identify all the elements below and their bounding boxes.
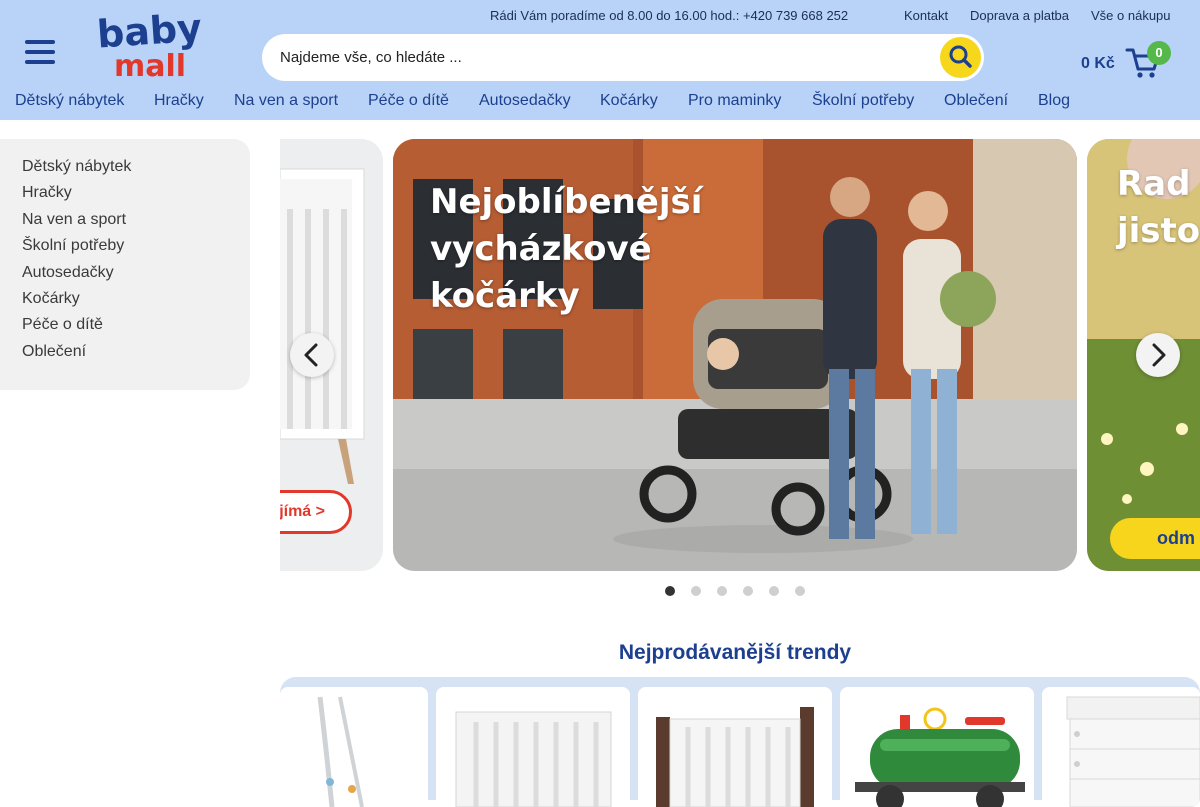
- carousel-dot-3[interactable]: [717, 586, 727, 596]
- category-sidebar: Dětský nábytek Hračky Na ven a sport Ško…: [0, 139, 250, 390]
- hamburger-menu-icon[interactable]: [25, 40, 55, 64]
- link-doprava-a-platba[interactable]: Doprava a platba: [970, 8, 1069, 23]
- carousel-dot-4[interactable]: [743, 586, 753, 596]
- baby-mall-logo[interactable]: baby mall: [88, 10, 212, 82]
- green-tractor-tank-image: [840, 687, 1034, 807]
- product-card-baby-bouncer[interactable]: [280, 687, 428, 807]
- sidebar-item-kocarky[interactable]: Kočárky: [0, 288, 250, 314]
- product-card-green-tractor-tank[interactable]: [840, 687, 1034, 807]
- chevron-right-icon: [1152, 343, 1166, 367]
- product-card-white-changing-dresser[interactable]: [1042, 687, 1200, 807]
- nav-obleceni[interactable]: Oblečení: [944, 92, 1008, 110]
- brown-crib-image: [638, 687, 832, 807]
- product-card-brown-crib[interactable]: [638, 687, 832, 807]
- main-navigation: Dětský nábytek Hračky Na ven a sport Péč…: [0, 92, 1200, 116]
- sidebar-item-obleceni[interactable]: Oblečení: [0, 341, 250, 367]
- main-banner-title-line-2: vycházkové: [430, 229, 652, 269]
- contact-info: Rádi Vám poradíme od 8.00 do 16.00 hod.:…: [490, 8, 849, 23]
- sidebar-item-na-ven-a-sport[interactable]: Na ven a sport: [0, 209, 250, 235]
- left-banner-cta[interactable]: jímá >: [280, 490, 352, 534]
- right-banner-cta[interactable]: odm: [1110, 518, 1200, 559]
- carousel-next-button[interactable]: [1136, 333, 1180, 377]
- main-banner-title-line-3: kočárky: [430, 276, 580, 316]
- link-vse-o-nakupu[interactable]: Vše o nákupu: [1091, 8, 1171, 23]
- cart-amount[interactable]: 0 Kč: [1081, 55, 1115, 73]
- nav-autosedacky[interactable]: Autosedačky: [479, 92, 571, 110]
- carousel-dot-5[interactable]: [769, 586, 779, 596]
- right-banner-title-line-1: Rad: [1117, 164, 1191, 204]
- nav-na-ven-a-sport[interactable]: Na ven a sport: [234, 92, 338, 110]
- right-banner-title: Rad jisto: [1117, 161, 1200, 255]
- baby-bouncer-image: [280, 687, 428, 807]
- sidebar-item-pece-o-dite[interactable]: Péče o dítě: [0, 314, 250, 340]
- svg-text:mall: mall: [114, 49, 186, 82]
- chevron-left-icon: [304, 343, 318, 367]
- cart-count-badge: 0: [1147, 41, 1171, 65]
- nav-pro-maminky[interactable]: Pro maminky: [688, 92, 781, 110]
- search-bar: [262, 34, 984, 81]
- nav-detsky-nabytek[interactable]: Dětský nábytek: [15, 92, 124, 110]
- nav-pece-o-dite[interactable]: Péče o dítě: [368, 92, 449, 110]
- sidebar-item-skolni-potreby[interactable]: Školní potřeby: [0, 235, 250, 261]
- carousel-slide-active[interactable]: Nejoblíbenější vycházkové kočárky: [393, 139, 1077, 571]
- nav-skolni-potreby[interactable]: Školní potřeby: [812, 92, 914, 110]
- sidebar-item-detsky-nabytek[interactable]: Dětský nábytek: [0, 156, 250, 182]
- carousel-dot-1[interactable]: [665, 586, 675, 596]
- nav-kocarky[interactable]: Kočárky: [600, 92, 658, 110]
- nav-blog[interactable]: Blog: [1038, 92, 1070, 110]
- trends-section-title: Nejprodávanější trendy: [618, 641, 852, 664]
- search-icon: [949, 45, 972, 68]
- search-input[interactable]: [280, 34, 930, 81]
- product-card-white-crib[interactable]: [436, 687, 630, 807]
- main-banner-title: Nejoblíbenější vycházkové kočárky: [430, 179, 702, 320]
- sidebar-item-hracky[interactable]: Hračky: [0, 182, 250, 208]
- carousel-dot-2[interactable]: [691, 586, 701, 596]
- white-crib-image: [436, 687, 630, 807]
- right-banner-title-line-2: jisto: [1117, 211, 1200, 251]
- site-header: baby mall Rádi Vám poradíme od 8.00 do 1…: [0, 0, 1200, 120]
- search-button[interactable]: [940, 37, 981, 78]
- sidebar-item-autosedacky[interactable]: Autosedačky: [0, 262, 250, 288]
- link-kontakt[interactable]: Kontakt: [904, 8, 948, 23]
- carousel-dot-6[interactable]: [795, 586, 805, 596]
- white-changing-dresser-image: [1042, 687, 1200, 807]
- main-banner-title-line-1: Nejoblíbenější: [430, 182, 703, 222]
- nav-hracky[interactable]: Hračky: [154, 92, 204, 110]
- carousel-prev-button[interactable]: [290, 333, 334, 377]
